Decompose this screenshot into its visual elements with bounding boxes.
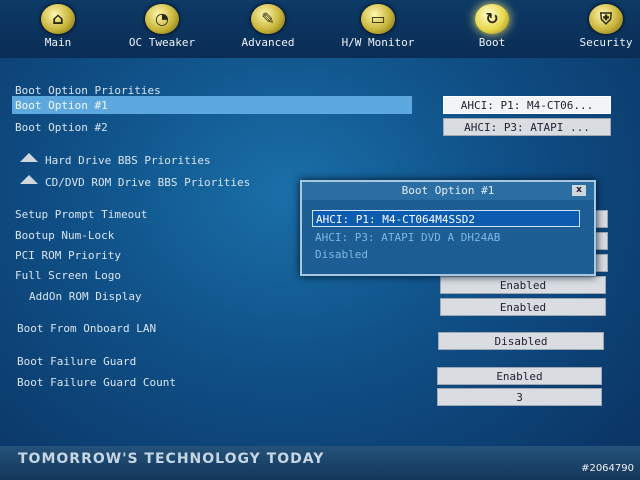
boot-onboard-lan-value[interactable]: Disabled — [438, 332, 604, 350]
tab-oc-tweaker[interactable]: ◔ OC Tweaker — [122, 2, 202, 56]
tab-main-label: Main — [44, 36, 72, 49]
boot-failure-guard-count-value[interactable]: 3 — [437, 388, 602, 406]
boot-option-2-value[interactable]: AHCI: P3: ATAPI ... — [443, 118, 611, 136]
tab-main[interactable]: ⌂ Main — [18, 2, 98, 56]
addon-rom-display-value[interactable]: Enabled — [440, 298, 606, 316]
tab-security[interactable]: ⛨ Security — [566, 2, 640, 56]
tab-advanced[interactable]: ✎ Advanced — [228, 2, 308, 56]
hard-drive-bbs-link[interactable]: Hard Drive BBS Priorities — [45, 154, 211, 167]
gauge-icon: ◔ — [145, 4, 179, 34]
boot-onboard-lan-label[interactable]: Boot From Onboard LAN — [17, 322, 156, 335]
boot-option-popup: Boot Option #1 x AHCI: P1: M4-CT064M4SSD… — [300, 180, 596, 276]
boot-failure-guard-count-label[interactable]: Boot Failure Guard Count — [17, 376, 176, 389]
monitor-icon: ▭ — [361, 4, 395, 34]
home-icon: ⌂ — [41, 4, 75, 34]
pci-rom-priority-label[interactable]: PCI ROM Priority — [15, 249, 121, 262]
footer-slogan: TOMORROW'S TECHNOLOGY TODAY — [18, 451, 325, 467]
wrench-icon: ✎ — [251, 4, 285, 34]
boot-failure-guard-label[interactable]: Boot Failure Guard — [17, 355, 136, 368]
bootup-numlock-label[interactable]: Bootup Num-Lock — [15, 229, 114, 242]
tab-security-label: Security — [579, 36, 633, 49]
boot-option-1-value[interactable]: AHCI: P1: M4-CT06... — [443, 96, 611, 114]
shield-icon: ⛨ — [589, 4, 623, 34]
refresh-icon: ↻ — [475, 4, 509, 34]
tab-advanced-label: Advanced — [241, 36, 295, 49]
popup-title: Boot Option #1 — [302, 182, 594, 200]
full-screen-logo-value[interactable]: Enabled — [440, 276, 606, 294]
boot-failure-guard-value[interactable]: Enabled — [437, 367, 602, 385]
tab-hw-monitor[interactable]: ▭ H/W Monitor — [338, 2, 418, 56]
boot-option-1-label: Boot Option #1 — [15, 99, 108, 112]
close-icon[interactable]: x — [572, 185, 586, 196]
setup-prompt-timeout-label[interactable]: Setup Prompt Timeout — [15, 208, 147, 221]
addon-rom-display-label[interactable]: AddOn ROM Display — [29, 290, 142, 303]
top-menu-bar: ⌂ Main ◔ OC Tweaker ✎ Advanced ▭ H/W Mon… — [0, 0, 640, 58]
tab-boot-label: Boot — [478, 36, 506, 49]
tab-hw-monitor-label: H/W Monitor — [341, 36, 415, 49]
watermark-text: #2064790 — [581, 463, 634, 474]
cdrom-bbs-link[interactable]: CD/DVD ROM Drive BBS Priorities — [45, 176, 250, 189]
popup-option-disabled[interactable]: Disabled — [312, 246, 580, 263]
popup-option-dvd[interactable]: AHCI: P3: ATAPI DVD A DH24AB — [312, 229, 580, 246]
tab-boot[interactable]: ↻ Boot — [452, 2, 532, 56]
popup-option-ssd[interactable]: AHCI: P1: M4-CT064M4SSD2 — [312, 210, 580, 227]
tab-oc-tweaker-label: OC Tweaker — [128, 36, 196, 49]
full-screen-logo-label[interactable]: Full Screen Logo — [15, 269, 121, 282]
submenu-arrow-icon — [20, 153, 38, 162]
submenu-arrow-icon — [20, 175, 38, 184]
boot-option-2-label: Boot Option #2 — [15, 121, 108, 134]
